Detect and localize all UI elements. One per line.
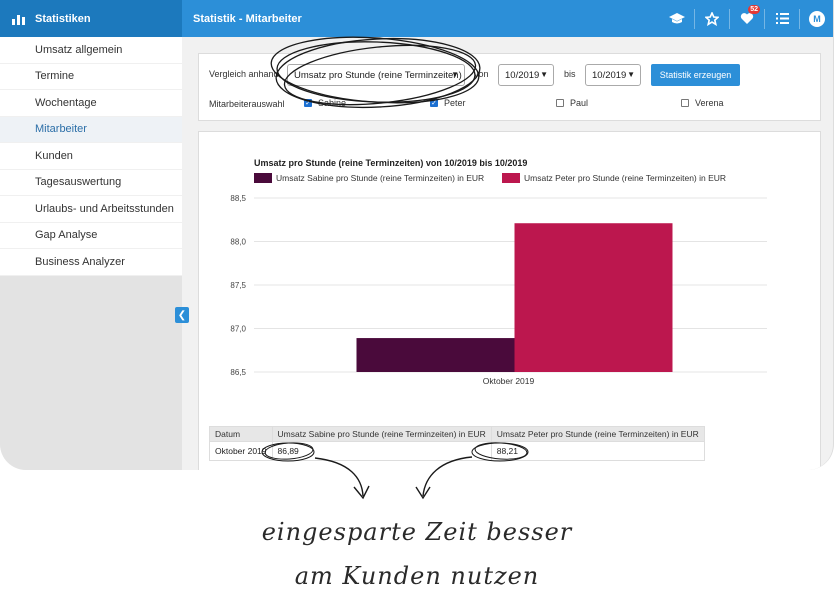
list-menu-icon[interactable]: [765, 0, 799, 37]
checkbox-checked-icon: ✓: [430, 99, 438, 107]
table-cell: 88,21: [490, 441, 705, 461]
table-cell: 86,89: [271, 441, 492, 461]
filter-panel: Vergleich anhand Umsatz pro Stunde (rein…: [198, 53, 821, 121]
table-header-cell: Umsatz Peter pro Stunde (reine Terminzei…: [490, 426, 705, 442]
legend-swatch: [254, 173, 272, 183]
y-tick-label: 88,0: [230, 238, 246, 247]
from-month-value: 10/2019: [505, 69, 540, 81]
app-title: Statistiken: [35, 12, 91, 25]
sidebar-item-kunden[interactable]: Kunden: [0, 143, 182, 170]
to-month-value: 10/2019: [592, 69, 627, 81]
employee-checkbox-sabine[interactable]: ✓ Sabine: [304, 98, 346, 108]
star-icon[interactable]: [695, 0, 729, 37]
compare-select[interactable]: Umsatz pro Stunde (reine Terminzeiten) ▼: [287, 64, 465, 86]
table-row: Oktober 2019 86,89 88,21: [209, 441, 705, 461]
avatar: M: [809, 10, 825, 27]
to-month-select[interactable]: 10/2019 ▼: [585, 64, 641, 86]
table-header-cell: Umsatz Sabine pro Stunde (reine Terminze…: [271, 426, 492, 442]
chart-x-labels: Oktober 2019: [483, 376, 535, 386]
sidebar-menu: Umsatz allgemein Termine Wochentage Mitarbe…: [0, 37, 182, 276]
checkbox-checked-icon: ✓: [304, 99, 312, 107]
employee-name: Sabine: [318, 98, 347, 108]
employee-name: Paul: [570, 98, 589, 108]
bar-chart-icon: [12, 14, 25, 25]
compare-label: Vergleich anhand: [209, 69, 279, 79]
employee-checkbox-verena[interactable]: Verena: [681, 98, 724, 108]
sidebar-item-tagesauswertung[interactable]: Tagesauswertung: [0, 170, 182, 196]
graduation-cap-icon[interactable]: [660, 0, 694, 37]
legend-swatch: [502, 173, 520, 183]
checkbox-unchecked-icon: [681, 99, 689, 107]
chevron-down-icon: ▼: [627, 70, 635, 79]
table-body: Oktober 2019 86,89 88,21: [209, 441, 705, 461]
sidebar-item-urlaubs-und-arbeitsstunden[interactable]: Urlaubs- und Arbeitsstunden: [0, 196, 182, 223]
table-cell: Oktober 2019: [209, 441, 273, 461]
x-tick-label: Oktober 2019: [483, 376, 535, 386]
sidebar-item-wochentage[interactable]: Wochentage: [0, 90, 182, 117]
sidebar-item-business-analyzer[interactable]: Business Analyzer: [0, 249, 182, 276]
page-header: Statistik - Mitarbeiter 52 M: [182, 0, 833, 37]
y-tick-label: 86,5: [230, 368, 246, 377]
chevron-left-icon: ❮: [177, 309, 187, 321]
checkbox-unchecked-icon: [556, 99, 564, 107]
table-header-cell: Datum: [209, 426, 273, 442]
to-label: bis: [564, 69, 576, 79]
notification-badge: 52: [748, 5, 760, 14]
chart-title: Umsatz pro Stunde (reine Terminzeiten) v…: [254, 158, 527, 168]
user-menu[interactable]: M: [800, 0, 833, 37]
table-header-row: Datum Umsatz Sabine pro Stunde (reine Ter…: [209, 426, 705, 442]
y-tick-label: 88,5: [230, 194, 246, 203]
employee-name: Verena: [695, 98, 724, 108]
chevron-down-icon: ▼: [451, 70, 459, 79]
chart-bars: [356, 223, 673, 372]
compare-select-value: Umsatz pro Stunde (reine Terminzeiten): [294, 69, 462, 81]
annotation-line-1: eingesparte Zeit besser: [261, 518, 573, 546]
page-title: Statistik - Mitarbeiter: [193, 12, 302, 25]
from-label: von: [474, 69, 489, 79]
sidebar-item-termine[interactable]: Termine: [0, 64, 182, 90]
employee-selection-label: Mitarbeiterauswahl: [209, 99, 285, 109]
generate-statistic-button[interactable]: Statistik erzeugen: [651, 64, 740, 86]
sidebar-item-umsatz-allgemein[interactable]: Umsatz allgemein: [0, 37, 182, 64]
app-window: Statistiken Statistik - Mitarbeiter 52 M: [0, 0, 834, 470]
legend-label: Umsatz Peter pro Stunde (reine Terminzei…: [524, 173, 726, 183]
chart-legend: Umsatz Sabine pro Stunde (reine Terminze…: [254, 173, 726, 183]
data-table: Datum Umsatz Sabine pro Stunde (reine Ter…: [209, 426, 705, 461]
y-tick-label: 87,0: [230, 325, 246, 334]
employee-checkbox-peter[interactable]: ✓ Peter: [430, 98, 466, 108]
legend-label: Umsatz Sabine pro Stunde (reine Terminze…: [276, 173, 484, 183]
employee-name: Peter: [444, 98, 466, 108]
heart-notification-icon[interactable]: 52: [730, 0, 764, 37]
sidebar: Umsatz allgemein Termine Wochentage Mitarbe…: [0, 37, 182, 470]
employee-checkbox-paul[interactable]: Paul: [556, 98, 588, 108]
app-header: Statistiken: [0, 0, 182, 37]
chevron-down-icon: ▼: [540, 70, 548, 79]
bar-peter: [514, 223, 673, 372]
collapse-sidebar-button[interactable]: ❮: [175, 307, 189, 323]
bar-chart: Umsatz pro Stunde (reine Terminzeiten) v…: [230, 158, 767, 386]
y-tick-label: 87,5: [230, 281, 246, 290]
header-icons: 52 M: [660, 0, 833, 37]
sidebar-item-gap-analyse[interactable]: Gap Analyse: [0, 223, 182, 249]
sidebar-item-mitarbeiter[interactable]: Mitarbeiter: [0, 116, 182, 143]
annotation-line-2: am Kunden nutzen: [294, 562, 540, 590]
from-month-select[interactable]: 10/2019 ▼: [498, 64, 554, 86]
bar-sabine: [356, 338, 515, 372]
chart-panel: Umsatz pro Stunde (reine Terminzeiten) v…: [198, 131, 821, 470]
